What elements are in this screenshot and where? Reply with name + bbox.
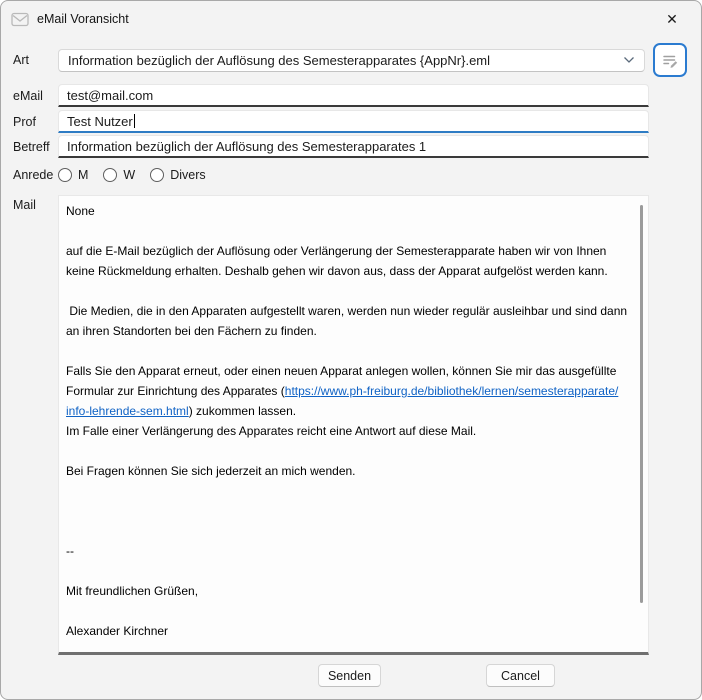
betreff-row: Betreff Information bezüglich der Auflös… (13, 135, 687, 158)
anrede-option-divers[interactable]: Divers (150, 168, 205, 182)
anrede-option-label: Divers (170, 168, 205, 182)
window-title: eMail Voransicht (37, 12, 129, 26)
email-field[interactable]: test@mail.com (58, 84, 649, 107)
anrede-label: Anrede (13, 168, 58, 182)
prof-field[interactable]: Test Nutzer (58, 110, 649, 133)
chevron-down-icon (623, 56, 635, 64)
art-row: Art Information bezüglich der Auflösung … (13, 41, 687, 79)
email-row: eMail test@mail.com (13, 84, 687, 107)
dialog-content: Art Information bezüglich der Auflösung … (1, 41, 701, 688)
art-label: Art (13, 53, 58, 67)
edit-template-button[interactable] (653, 43, 687, 77)
betreff-label: Betreff (13, 140, 58, 154)
edit-note-icon (661, 51, 680, 70)
mail-body-text: None auf die E-Mail bezüglich der Auflös… (66, 201, 632, 641)
mail-row: Mail None auf die E-Mail bezüglich der A… (13, 195, 687, 655)
anrede-row: Anrede M W Divers (13, 164, 687, 186)
dialog-buttons: Senden Cancel (13, 664, 687, 688)
anrede-option-m[interactable]: M (58, 168, 88, 182)
close-icon[interactable]: ✕ (651, 4, 693, 34)
anrede-option-w[interactable]: W (103, 168, 135, 182)
titlebar: eMail Voransicht ✕ (1, 1, 701, 37)
send-button[interactable]: Senden (318, 664, 381, 687)
mail-body-field[interactable]: None auf die E-Mail bezüglich der Auflös… (58, 195, 649, 655)
radio-circle-icon[interactable] (58, 168, 72, 182)
anrede-option-label: W (123, 168, 135, 182)
email-preview-dialog: eMail Voransicht ✕ Art Information bezüg… (0, 0, 702, 700)
email-label: eMail (13, 89, 58, 103)
art-combobox-value: Information bezüglich der Auflösung des … (68, 53, 623, 68)
betreff-field[interactable]: Information bezüglich der Auflösung des … (58, 135, 649, 158)
envelope-icon (11, 12, 29, 27)
cancel-button[interactable]: Cancel (486, 664, 555, 687)
mail-label: Mail (13, 195, 58, 212)
radio-circle-icon[interactable] (150, 168, 164, 182)
email-field-value: test@mail.com (67, 88, 153, 103)
art-combobox[interactable]: Information bezüglich der Auflösung des … (58, 49, 645, 72)
betreff-field-value: Information bezüglich der Auflösung des … (67, 139, 426, 154)
anrede-option-label: M (78, 168, 88, 182)
prof-label: Prof (13, 115, 58, 129)
anrede-radio-group: M W Divers (58, 168, 687, 182)
radio-circle-icon[interactable] (103, 168, 117, 182)
prof-field-value: Test Nutzer (67, 114, 133, 129)
scrollbar-thumb[interactable] (640, 205, 643, 603)
text-caret (134, 114, 135, 128)
prof-row: Prof Test Nutzer (13, 110, 687, 133)
mail-link[interactable]: https://www.ph-freiburg.de/bibliothek/le… (66, 384, 618, 418)
